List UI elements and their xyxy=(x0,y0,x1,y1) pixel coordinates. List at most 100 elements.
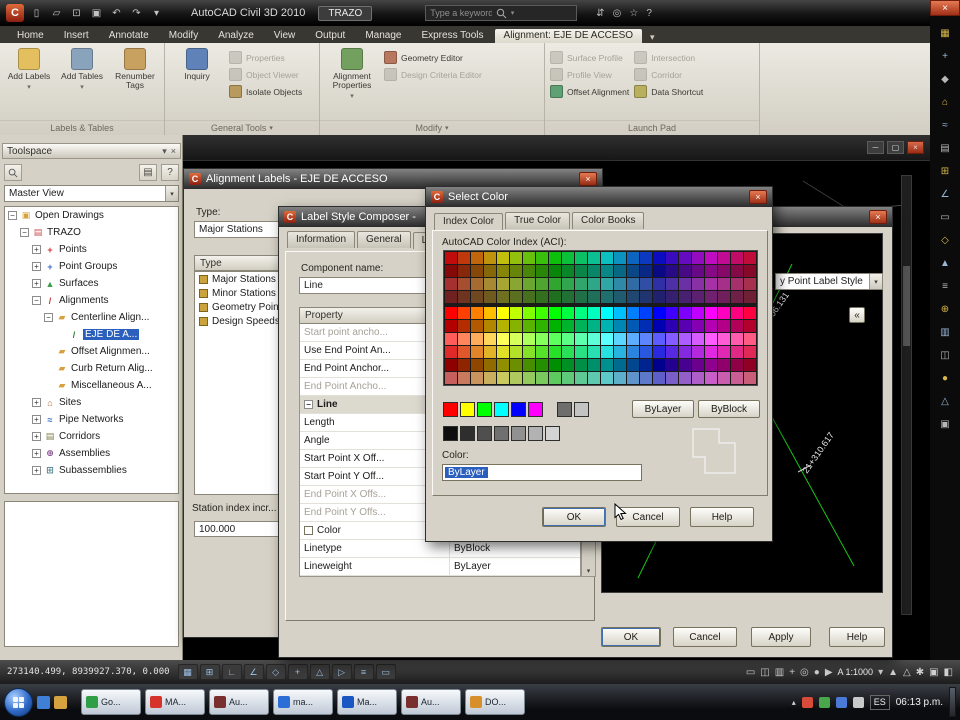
aci-swatch[interactable] xyxy=(471,307,483,319)
aci-swatch[interactable] xyxy=(523,291,535,303)
aci-swatch[interactable] xyxy=(458,291,470,303)
redo-icon[interactable]: ↷ xyxy=(129,6,144,20)
aci-swatch[interactable] xyxy=(575,320,587,332)
aci-swatch[interactable] xyxy=(471,252,483,264)
aci-swatch[interactable] xyxy=(601,333,613,345)
aci-swatch[interactable] xyxy=(744,307,756,319)
taskbar-item-0[interactable]: Go... xyxy=(81,689,141,715)
aci-swatch[interactable] xyxy=(510,291,522,303)
aci-swatch[interactable] xyxy=(445,333,457,345)
aci-swatch[interactable] xyxy=(523,372,535,384)
ribbon-tab-analyze[interactable]: Analyze xyxy=(209,29,263,43)
aci-swatch[interactable] xyxy=(653,359,665,371)
tree-item-points[interactable]: + + Points xyxy=(5,241,178,258)
show-hidden-icons[interactable]: ▴ xyxy=(792,698,796,707)
aci-swatch[interactable] xyxy=(744,252,756,264)
annotation-visibility-icon[interactable]: ▲ xyxy=(888,667,898,678)
aci-swatch[interactable] xyxy=(575,307,587,319)
aci-swatch[interactable] xyxy=(471,359,483,371)
composer-help-button[interactable]: Help xyxy=(829,627,885,647)
tree-expand-toggle[interactable]: + xyxy=(32,432,41,441)
aci-swatch[interactable] xyxy=(601,346,613,358)
new-icon[interactable]: ▯ xyxy=(29,6,44,20)
favorites-icon[interactable]: ☆ xyxy=(629,8,638,19)
aci-swatch[interactable] xyxy=(731,278,743,290)
aci-swatch[interactable] xyxy=(575,265,587,277)
ribbon-tab-insert[interactable]: Insert xyxy=(55,29,98,43)
aci-swatch[interactable] xyxy=(614,291,626,303)
aci-swatch[interactable] xyxy=(523,333,535,345)
aci-swatch[interactable] xyxy=(666,372,678,384)
aci-swatch[interactable] xyxy=(484,307,496,319)
aci-swatch[interactable] xyxy=(666,346,678,358)
aci-swatch[interactable] xyxy=(731,359,743,371)
aci-swatch[interactable] xyxy=(510,333,522,345)
aci-swatch[interactable] xyxy=(718,252,730,264)
aci-swatch[interactable] xyxy=(523,346,535,358)
aci-swatch[interactable] xyxy=(562,346,574,358)
search-dropdown-icon[interactable]: ▾ xyxy=(511,9,573,17)
aci-swatch[interactable] xyxy=(484,278,496,290)
status-toggle-otrack[interactable]: + xyxy=(287,664,308,680)
tree-expand-toggle[interactable]: + xyxy=(32,415,41,424)
aci-swatch[interactable] xyxy=(679,346,691,358)
gray-shade-swatch[interactable] xyxy=(460,426,475,441)
ribbon-button-data-shortcut[interactable]: Data Shortcut xyxy=(634,85,703,98)
aci-swatch[interactable] xyxy=(588,252,600,264)
workspace-switching-icon[interactable]: ✱ xyxy=(916,667,924,678)
aci-swatch[interactable] xyxy=(458,359,470,371)
ribbon-tab-manage[interactable]: Manage xyxy=(356,29,410,43)
aci-swatch[interactable] xyxy=(549,372,561,384)
subscription-icon[interactable]: ⇵ xyxy=(596,8,604,19)
aci-swatch[interactable] xyxy=(718,372,730,384)
show-motion-icon[interactable]: ▶ xyxy=(825,667,833,678)
aci-swatch[interactable] xyxy=(614,333,626,345)
right-toolbar-icon[interactable]: ▦ xyxy=(937,26,953,40)
aci-swatch[interactable] xyxy=(705,320,717,332)
ribbon-button-corridor[interactable]: Corridor xyxy=(634,68,703,81)
clean-screen-icon[interactable]: ◧ xyxy=(944,667,953,678)
property-checkbox[interactable] xyxy=(304,526,313,535)
aci-swatch[interactable] xyxy=(458,333,470,345)
ribbon-button-intersection[interactable]: Intersection xyxy=(634,51,703,64)
right-toolbar-icon[interactable]: ≡ xyxy=(937,279,953,293)
security-tray-icon[interactable] xyxy=(801,696,813,708)
aci-swatch[interactable] xyxy=(640,291,652,303)
aci-swatch[interactable] xyxy=(627,372,639,384)
aci-swatch[interactable] xyxy=(705,359,717,371)
aci-swatch[interactable] xyxy=(640,307,652,319)
app-close-button[interactable]: × xyxy=(930,0,960,16)
tree-item-centerline-align[interactable]: − ▰ Centerline Align... xyxy=(5,309,178,326)
aci-swatch[interactable] xyxy=(679,372,691,384)
app-menu-icon[interactable]: C xyxy=(6,4,24,22)
aci-swatch[interactable] xyxy=(510,278,522,290)
right-toolbar-icon[interactable]: ⊞ xyxy=(937,164,953,178)
aci-swatch[interactable] xyxy=(679,278,691,290)
aci-swatch[interactable] xyxy=(601,278,613,290)
aci-swatch[interactable] xyxy=(718,359,730,371)
aci-swatch[interactable] xyxy=(562,320,574,332)
undo-icon[interactable]: ↶ xyxy=(109,6,124,20)
right-toolbar-icon[interactable]: ≈ xyxy=(937,118,953,132)
aci-swatch[interactable] xyxy=(562,359,574,371)
aci-swatch[interactable] xyxy=(575,346,587,358)
aci-swatch[interactable] xyxy=(627,333,639,345)
ribbon-button-alignment-properties[interactable]: Alignment Properties ▾ xyxy=(325,48,379,100)
aci-swatch[interactable] xyxy=(484,359,496,371)
aci-swatch[interactable] xyxy=(536,252,548,264)
aci-swatch[interactable] xyxy=(497,252,509,264)
standard-color-swatch[interactable] xyxy=(443,402,458,417)
drawing-restore-button[interactable]: ▢ xyxy=(887,141,904,154)
ribbon-panel-title[interactable]: Modify ▾ xyxy=(320,120,544,135)
aci-swatch[interactable] xyxy=(744,278,756,290)
aci-swatch[interactable] xyxy=(497,307,509,319)
aci-swatch[interactable] xyxy=(484,265,496,277)
master-view-select[interactable]: Master View ▾ xyxy=(4,185,179,202)
right-toolbar-icon[interactable]: ⊕ xyxy=(937,302,953,316)
volume-tray-icon[interactable] xyxy=(835,696,847,708)
gray-shade-swatch[interactable] xyxy=(545,426,560,441)
aci-swatch[interactable] xyxy=(458,307,470,319)
standard-color-swatch[interactable] xyxy=(528,402,543,417)
tree-expand-toggle[interactable]: − xyxy=(8,211,17,220)
aci-swatch[interactable] xyxy=(653,278,665,290)
